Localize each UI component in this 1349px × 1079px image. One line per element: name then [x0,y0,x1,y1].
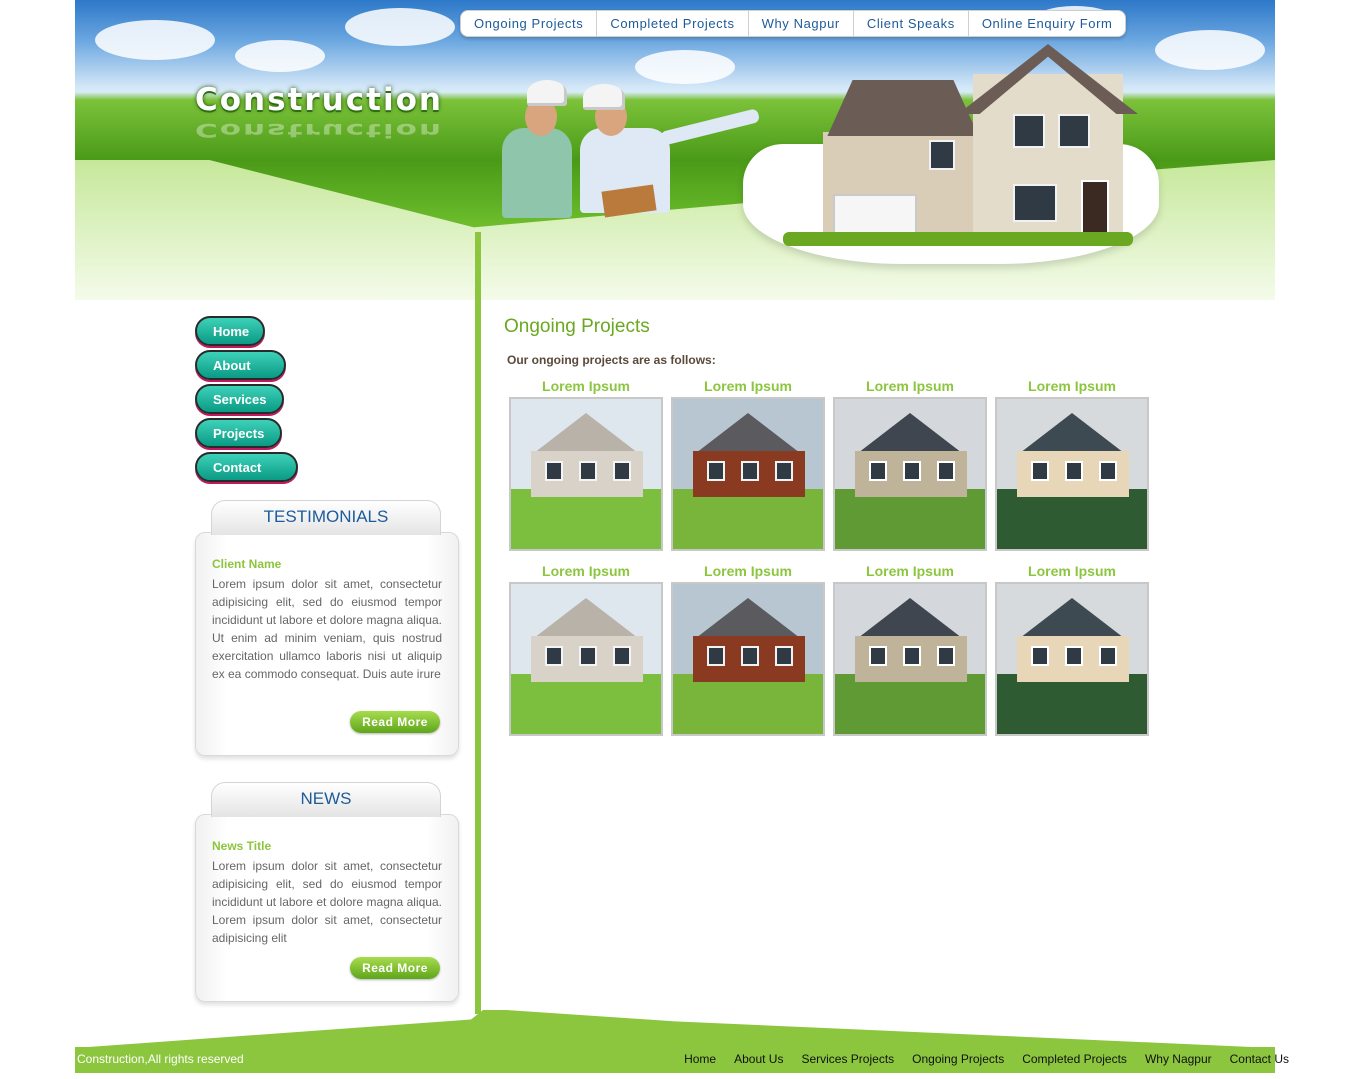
news-panel: News Title Lorem ipsum dolor sit amet, c… [195,782,459,1004]
footer-link-about-us[interactable]: About Us [734,1052,783,1066]
project-caption[interactable]: Lorem Ipsum [995,375,1149,397]
house-illustration [743,44,1159,264]
project-caption[interactable]: Lorem Ipsum [509,560,663,582]
footer: Construction,All rights reserved Home Ab… [75,1047,1289,1073]
project-caption[interactable]: Lorem Ipsum [833,375,987,397]
project-card[interactable]: Lorem Ipsum [509,375,663,551]
project-card[interactable]: Lorem Ipsum [671,375,825,551]
footer-hill [75,1010,1275,1048]
project-card[interactable]: Lorem Ipsum [833,375,987,551]
project-card[interactable]: Lorem Ipsum [509,560,663,736]
project-card[interactable]: Lorem Ipsum [833,560,987,736]
topnav-completed-projects[interactable]: Completed Projects [597,11,749,36]
content-divider [475,232,481,1014]
project-caption[interactable]: Lorem Ipsum [509,375,663,397]
topnav-why-nagpur[interactable]: Why Nagpur [749,11,854,36]
testimonials-heading: TESTIMONIALS [211,500,441,535]
project-card[interactable]: Lorem Ipsum [671,560,825,736]
footer-navigation: Home About Us Services Projects Ongoing … [666,1052,1289,1066]
project-card[interactable]: Lorem Ipsum [995,560,1149,736]
project-photo[interactable] [995,582,1149,736]
cloud-decoration [1155,30,1265,70]
news-heading: NEWS [211,782,441,817]
project-photo[interactable] [509,582,663,736]
cloud-decoration [635,50,735,84]
footer-link-home[interactable]: Home [684,1052,716,1066]
topnav-client-speaks[interactable]: Client Speaks [854,11,969,36]
sidemenu-projects-button[interactable]: Projects [195,418,282,448]
cloud-decoration [235,40,325,72]
project-gallery: Lorem Ipsum Lorem Ipsum Lorem Ipsum Lorem I… [509,375,1159,745]
page-intro: Our ongoing projects are as follows: [507,353,716,367]
project-photo[interactable] [995,397,1149,551]
topnav-online-enquiry-form[interactable]: Online Enquiry Form [969,11,1126,36]
sidemenu-home-button[interactable]: Home [195,316,265,346]
sidemenu-about-us-button[interactable]: About Us [195,350,286,401]
footer-link-why-nagpur[interactable]: Why Nagpur [1145,1052,1212,1066]
cloud-decoration [95,20,215,60]
footer-link-contact-us[interactable]: Contact Us [1230,1052,1289,1066]
sidemenu-services-button[interactable]: Services [195,384,284,414]
page-title: Ongoing Projects [504,316,650,337]
copyright-text: Construction,All rights reserved [77,1052,244,1066]
sidemenu-contact-us-button[interactable]: Contact Us [195,452,298,503]
project-caption[interactable]: Lorem Ipsum [995,560,1149,582]
site-logo[interactable]: Construction [195,82,443,118]
news-title[interactable]: News Title [212,839,271,853]
news-read-more-button[interactable]: Read More [350,957,440,979]
logo-reflection: Construction [195,119,443,141]
page-wrapper: Construction Construction Ongoing Projec… [75,0,1289,1079]
top-navigation: Ongoing Projects Completed Projects Why … [460,10,1127,37]
testimonials-box: Client Name Lorem ipsum dolor sit amet, … [195,532,459,756]
topnav-ongoing-projects[interactable]: Ongoing Projects [461,11,598,36]
footer-link-ongoing-projects[interactable]: Ongoing Projects [912,1052,1004,1066]
project-photo[interactable] [833,582,987,736]
news-box: News Title Lorem ipsum dolor sit amet, c… [195,814,459,1002]
project-caption[interactable]: Lorem Ipsum [671,560,825,582]
cloud-decoration [345,8,455,46]
project-caption[interactable]: Lorem Ipsum [671,375,825,397]
footer-link-completed-projects[interactable]: Completed Projects [1022,1052,1127,1066]
testimonial-text: Lorem ipsum dolor sit amet, consectetur … [212,577,442,681]
testimonials-read-more-button[interactable]: Read More [350,711,440,733]
side-menu: Home About Us Services Projects Contact … [195,316,298,503]
project-photo[interactable] [671,397,825,551]
project-photo[interactable] [833,397,987,551]
news-text: Lorem ipsum dolor sit amet, consectetur … [212,859,442,945]
header-banner: Construction Construction Ongoing Projec… [75,0,1275,300]
project-caption[interactable]: Lorem Ipsum [833,560,987,582]
testimonials-panel: Client Name Lorem ipsum dolor sit amet, … [195,500,459,758]
project-photo[interactable] [509,397,663,551]
project-card[interactable]: Lorem Ipsum [995,375,1149,551]
footer-link-services-projects[interactable]: Services Projects [801,1052,894,1066]
project-photo[interactable] [671,582,825,736]
testimonial-client-name: Client Name [212,557,282,571]
